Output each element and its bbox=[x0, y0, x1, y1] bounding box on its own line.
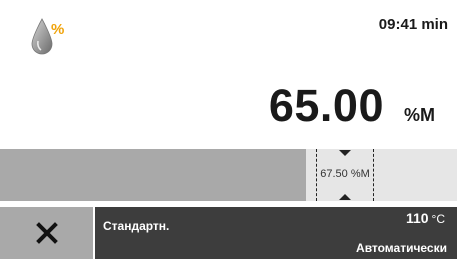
mode-label: Автоматически bbox=[356, 241, 447, 255]
moisture-analyzer-screen: % 09:41 min 65.00 %M 67.50 %M Стандартн.… bbox=[0, 0, 457, 259]
arrow-down-icon bbox=[339, 150, 351, 156]
close-icon bbox=[35, 222, 58, 244]
temperature-unit: °C bbox=[431, 212, 445, 226]
elapsed-time: 09:41 min bbox=[378, 16, 448, 33]
status-panel: Стандартн. 110 °C Автоматически bbox=[95, 207, 457, 259]
progress-band: 67.50 %M bbox=[0, 149, 457, 201]
temperature-value: 110 bbox=[405, 210, 429, 226]
progress-fill bbox=[0, 149, 307, 201]
moisture-unit: %M bbox=[404, 105, 435, 125]
moisture-value: 65.00 bbox=[268, 80, 384, 131]
svg-text:%: % bbox=[51, 21, 64, 38]
target-marker: 67.50 %M bbox=[316, 149, 374, 201]
cancel-button[interactable] bbox=[0, 207, 93, 259]
arrow-up-icon bbox=[339, 194, 351, 200]
temperature-readout: 110 °C bbox=[406, 210, 445, 228]
target-value-label: 67.50 %M bbox=[320, 168, 370, 180]
method-label: Стандартн. bbox=[103, 219, 170, 233]
main-reading: 65.00 %M bbox=[269, 80, 435, 132]
moisture-percent-drop-icon: % bbox=[30, 17, 78, 62]
